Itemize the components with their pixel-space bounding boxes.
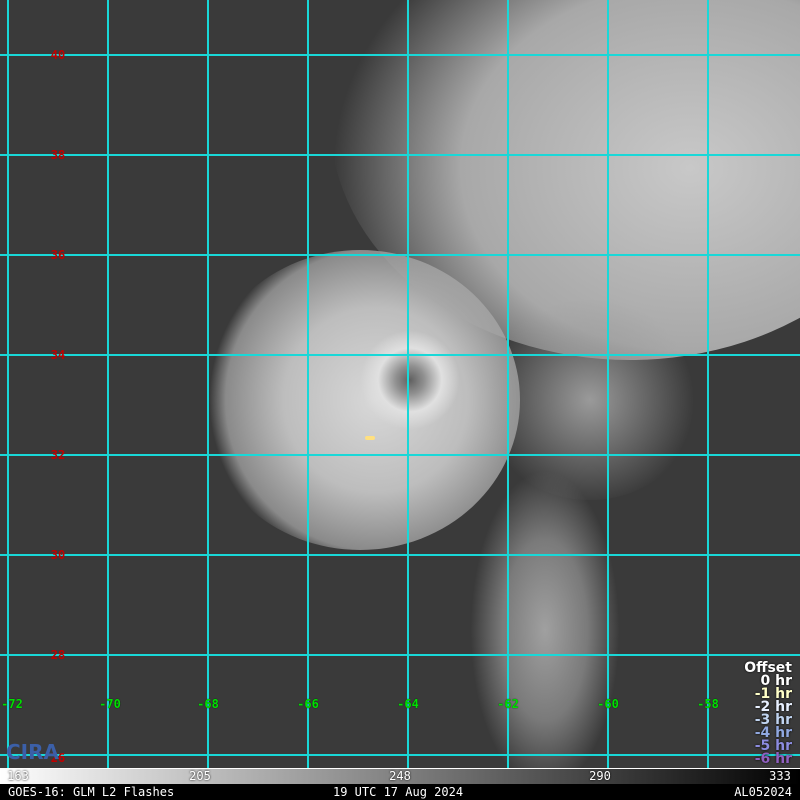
lon-label: -70	[99, 697, 121, 711]
colorbar-tick: 205	[189, 769, 211, 783]
lat-label: 28	[50, 648, 66, 662]
lon-label: -62	[497, 697, 519, 711]
legend-item: -6 hr	[754, 751, 792, 767]
colorbar-tick: 333	[769, 769, 791, 783]
product-label: GOES-16: GLM L2 Flashes	[8, 785, 175, 799]
offset-legend: Offset 0 hr -1 hr -2 hr -3 hr -4 hr -5 h…	[744, 661, 792, 767]
lon-label: -60	[597, 697, 619, 711]
lon-label: -58	[697, 697, 719, 711]
colorbar-tick: 248	[389, 769, 411, 783]
lon-label: -66	[297, 697, 319, 711]
lat-label: 32	[50, 448, 66, 462]
lat-label: 30	[50, 548, 66, 562]
satellite-image: 40 38 36 34 32 30 28 26 -72 -70 -68 -66 …	[0, 0, 800, 768]
colorbar-tick: 163	[7, 769, 29, 783]
colorbar: 163 205 248 290 333	[0, 768, 800, 785]
colorbar-tick: 290	[589, 769, 611, 783]
timestamp: 19 UTC 17 Aug 2024	[333, 785, 464, 799]
lat-label: 38	[50, 148, 66, 162]
lightning-flash	[365, 436, 375, 440]
lon-label: -72	[1, 697, 23, 711]
cira-logo: CIRA	[6, 740, 59, 764]
lon-label: -68	[197, 697, 219, 711]
lat-label: 36	[50, 248, 66, 262]
storm-id: AL052024	[734, 785, 792, 799]
lon-label: -64	[397, 697, 419, 711]
lat-label: 34	[50, 348, 66, 362]
lat-label: 40	[50, 48, 66, 62]
footer: GOES-16: GLM L2 Flashes 19 UTC 17 Aug 20…	[0, 784, 800, 800]
